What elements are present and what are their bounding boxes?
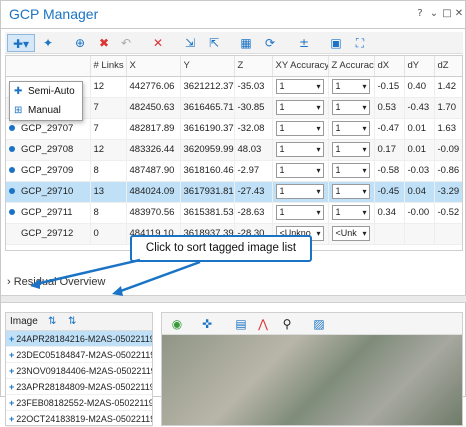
image-list-item[interactable]: +22OCT24183819-M2AS-05022119 <box>6 411 152 427</box>
image-list-item[interactable]: +23FEB08182552-M2AS-05022119 <box>6 395 152 411</box>
plus-icon: + <box>9 398 15 408</box>
image-name: 23FEB08182552-M2AS-05022119 <box>16 398 152 408</box>
image-name: 22OCT24183819-M2AS-05022119 <box>16 414 152 424</box>
callout-arrows <box>30 258 201 296</box>
plus-icon: + <box>9 414 15 424</box>
